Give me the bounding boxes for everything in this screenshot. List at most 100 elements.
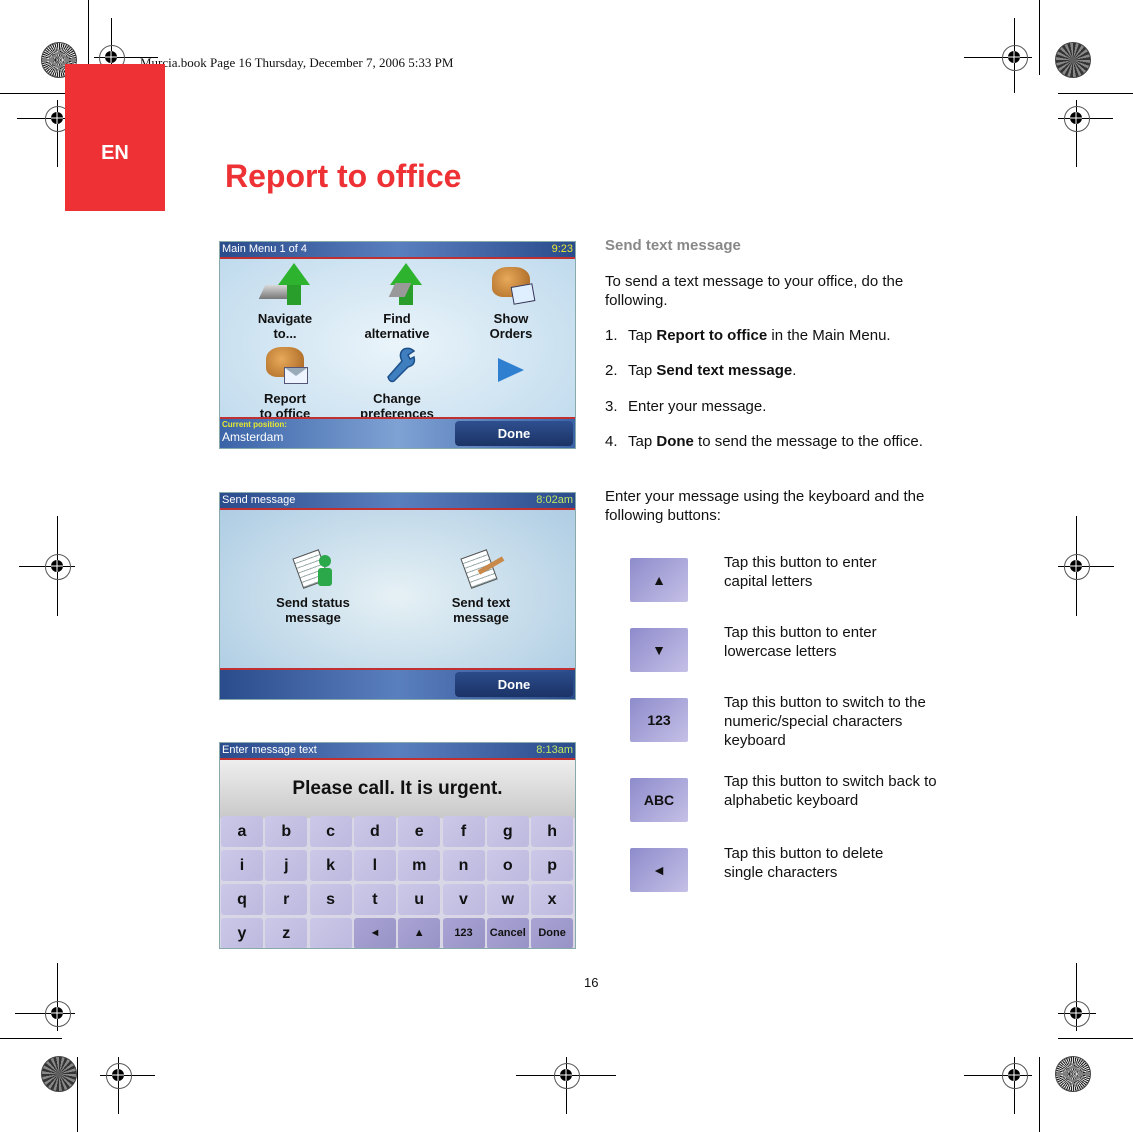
color-bar-star-icon: [41, 1056, 77, 1092]
key-e[interactable]: e: [398, 816, 441, 847]
option-send-status-message[interactable]: Send status message: [238, 549, 388, 625]
key-i[interactable]: i: [221, 850, 263, 881]
option-label: Send status: [276, 595, 350, 610]
button-description: Tap this button to delete single charact…: [724, 845, 884, 881]
key-w[interactable]: w: [486, 884, 529, 915]
button-description: Tap this button to enter capital letters: [724, 554, 877, 590]
key-c[interactable]: c: [309, 816, 352, 847]
key-cancel[interactable]: Cancel: [486, 918, 529, 948]
find-alternative-icon: [372, 263, 422, 307]
page-title: Report to office: [225, 158, 462, 194]
menu-item-report-to-office[interactable]: Report to office: [226, 343, 344, 421]
step-bold-text: Send text message: [656, 362, 793, 379]
screen-bottombar: Current position: Amsterdam Done: [220, 417, 575, 448]
key-o[interactable]: o: [486, 850, 529, 881]
screen-titlebar: Main Menu 1 of 4 9:23: [220, 242, 575, 259]
button-description: Tap this button to enter lowercase lette…: [724, 624, 877, 660]
key-done[interactable]: Done: [531, 918, 574, 948]
menu-item-label: to...: [273, 326, 297, 341]
step-item: 2. Tap Send text message.: [605, 361, 960, 380]
key-y[interactable]: y: [221, 918, 263, 948]
intro-paragraph: To send a text message to your office, d…: [605, 273, 904, 309]
backspace-icon: ◄: [630, 848, 688, 892]
screen-title: Send message: [222, 494, 296, 506]
key-d[interactable]: d: [353, 816, 396, 847]
shift-down-icon: ▼: [630, 628, 688, 672]
step-item: 3. Enter your message.: [605, 397, 960, 416]
key-v[interactable]: v: [442, 884, 485, 915]
trim-line: [1058, 93, 1133, 94]
text-message-icon: [460, 549, 505, 589]
key-m[interactable]: m: [398, 850, 441, 881]
step-text: Enter your message.: [628, 398, 767, 415]
print-slug: Murcia.book Page 16 Thursday, December 7…: [140, 55, 454, 70]
menu-item-label: Report: [264, 391, 306, 406]
step-text: Tap: [628, 433, 657, 450]
key-r[interactable]: r: [265, 884, 308, 915]
key-s[interactable]: s: [309, 884, 352, 915]
wrench-icon: [372, 343, 422, 387]
key-n[interactable]: n: [442, 850, 485, 881]
keyboard-intro: Enter your message using the keyboard an…: [605, 488, 925, 524]
shift-up-icon: ▲: [630, 558, 688, 602]
key-z[interactable]: z: [265, 918, 308, 948]
key-p[interactable]: p: [531, 850, 574, 881]
message-input[interactable]: Please call. It is urgent.: [220, 760, 575, 818]
key-h[interactable]: h: [531, 816, 574, 847]
section-heading: Send text message: [605, 236, 960, 255]
option-label: Send text: [451, 595, 511, 610]
step-text: Tap: [628, 327, 657, 344]
menu-item-label: Navigate: [257, 311, 313, 326]
menu-item-show-orders[interactable]: Show Orders: [452, 263, 570, 341]
option-label: message: [285, 610, 341, 625]
key-q[interactable]: q: [221, 884, 263, 915]
screen-clock: 8:02am: [536, 494, 573, 506]
done-button[interactable]: Done: [455, 672, 573, 697]
done-button[interactable]: Done: [455, 421, 573, 446]
button-description: Tap this button to switch back to alphab…: [724, 773, 937, 809]
step-text: .: [792, 362, 797, 379]
key-backspace[interactable]: ◄: [353, 918, 396, 948]
step-number: 1.: [605, 327, 618, 344]
screenshot-send-message: Send message 8:02am Send status message …: [219, 492, 576, 700]
key-shift[interactable]: ▲: [398, 918, 441, 948]
trim-line: [1039, 1057, 1040, 1132]
key-blank: [309, 918, 352, 948]
button-description: Tap this button to switch to the numeric…: [724, 694, 926, 749]
step-text: to send the message to the office.: [693, 433, 923, 450]
step-item: 1. Tap Report to office in the Main Menu…: [605, 326, 960, 345]
key-g[interactable]: g: [486, 816, 529, 847]
key-k[interactable]: k: [309, 850, 352, 881]
screenshot-enter-message-text: Enter message text 8:13am Please call. I…: [219, 742, 576, 949]
language-tab: EN: [65, 64, 165, 211]
key-j[interactable]: j: [265, 850, 308, 881]
key-t[interactable]: t: [353, 884, 396, 915]
step-number: 2.: [605, 362, 618, 379]
screen-title: Main Menu 1 of 4: [222, 243, 307, 255]
key-f[interactable]: f: [442, 816, 485, 847]
key-u[interactable]: u: [398, 884, 441, 915]
menu-item-navigate[interactable]: Navigate to...: [226, 263, 344, 341]
key-a[interactable]: a: [221, 816, 263, 847]
next-page-arrow-icon[interactable]: [498, 358, 524, 382]
menu-item-label: Orders: [489, 326, 533, 341]
trim-line: [1058, 1038, 1133, 1039]
menu-item-change-preferences[interactable]: Change preferences: [338, 343, 456, 421]
key-b[interactable]: b: [265, 816, 308, 847]
section-heading-text: Send text message: [605, 237, 741, 254]
menu-item-find-alternative[interactable]: Find alternative: [338, 263, 456, 341]
menu-item-label: Change: [373, 391, 421, 406]
key-123[interactable]: 123: [442, 918, 485, 948]
option-send-text-message[interactable]: Send text message: [406, 549, 556, 625]
key-x[interactable]: x: [531, 884, 574, 915]
key-l[interactable]: l: [353, 850, 396, 881]
trim-line: [0, 1038, 62, 1039]
alphabetic-keyboard-icon: ABC: [630, 778, 688, 822]
screen-title: Enter message text: [222, 744, 317, 756]
option-label: message: [453, 610, 509, 625]
screenshot-main-menu: Main Menu 1 of 4 9:23 Navigate to... Fin…: [219, 241, 576, 449]
menu-item-label: alternative: [364, 326, 430, 341]
screen-bottombar: Done: [220, 668, 575, 699]
step-number: 4.: [605, 433, 618, 450]
current-position-label: Current position:: [222, 420, 287, 429]
